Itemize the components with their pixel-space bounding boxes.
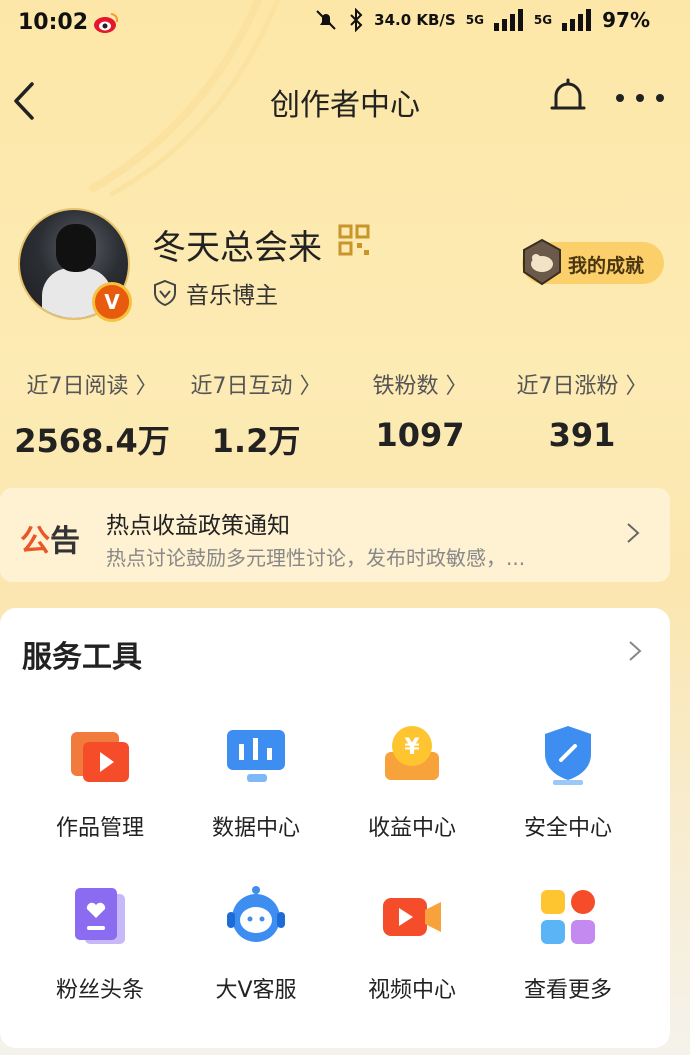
tool-label: 安全中心: [523, 816, 612, 841]
achievement-button[interactable]: 我的成就: [522, 238, 664, 286]
bell-icon[interactable]: [548, 76, 588, 120]
income-icon: ¥: [385, 726, 439, 780]
tool-customer-service[interactable]: 大V客服: [178, 884, 334, 1004]
profile-header: V 冬天总会来 音乐博主 我的成就: [18, 208, 678, 328]
stat-reads[interactable]: 近7日阅读 〉 2568.4万: [6, 368, 178, 462]
stat-interactions[interactable]: 近7日互动 〉 1.2万: [170, 368, 342, 462]
svg-text:¥: ¥: [404, 735, 420, 760]
network-speed: 34.0 KB/S: [374, 11, 456, 29]
tool-label: 数据中心: [211, 816, 300, 841]
network-type-2: 5G: [533, 13, 553, 27]
weibo-icon: [94, 13, 119, 33]
shield-check-icon: [154, 279, 176, 307]
more-icon[interactable]: [614, 88, 666, 108]
stat-new-fans[interactable]: 近7日涨粉 〉 391: [496, 368, 668, 454]
tool-label: 大V客服: [215, 978, 297, 1003]
tool-security[interactable]: 安全中心: [490, 722, 646, 842]
tool-label: 作品管理: [55, 816, 144, 841]
video-icon: [383, 898, 441, 936]
service-tools-card: 服务工具 作品管理 数据中心 ¥ 收益中心 安全中心 粉丝头条 大V客服 视频中…: [0, 608, 670, 1048]
qr-code-icon[interactable]: [338, 224, 370, 256]
customer-service-icon: [227, 886, 285, 942]
username: 冬天总会来: [152, 228, 322, 268]
top-nav: 创作者中心: [0, 62, 690, 138]
tool-label: 粉丝头条: [55, 978, 144, 1003]
stat-value: 391: [548, 416, 616, 454]
tool-more[interactable]: 查看更多: [490, 884, 646, 1004]
tool-data[interactable]: 数据中心: [178, 722, 334, 842]
chevron-right-icon: 〉: [135, 374, 158, 399]
bluetooth-icon: [350, 8, 363, 32]
announcement-title: 热点收益政策通知: [106, 513, 290, 539]
verify-label: 音乐博主: [186, 283, 278, 309]
stat-value: 1097: [375, 416, 465, 454]
service-tools-heading: 服务工具: [22, 640, 142, 675]
stat-value: 1.2万: [211, 422, 301, 460]
tool-income[interactable]: ¥ 收益中心: [334, 722, 490, 842]
stat-value: 2568.4万: [14, 422, 170, 460]
chevron-right-icon: 〉: [445, 374, 468, 399]
stat-label: 近7日阅读: [26, 374, 129, 399]
achievement-label: 我的成就: [568, 255, 645, 277]
tool-works[interactable]: 作品管理: [22, 722, 178, 842]
status-time: 10:02: [18, 10, 89, 35]
announcement-banner[interactable]: 公告 热点收益政策通知 热点讨论鼓励多元理性讨论，发布时政敏感，...: [0, 488, 670, 582]
chevron-right-icon: 〉: [299, 374, 322, 399]
works-icon: [71, 732, 129, 782]
verified-v-badge: V: [92, 282, 132, 322]
stats-row: 近7日阅读 〉 2568.4万 近7日互动 〉 1.2万 铁粉数 〉 1097 …: [0, 368, 690, 460]
mute-icon: [316, 10, 336, 30]
tool-label: 视频中心: [367, 978, 456, 1003]
more-apps-icon: [541, 890, 595, 944]
tool-video[interactable]: 视频中心: [334, 884, 490, 1004]
stat-iron-fans[interactable]: 铁粉数 〉 1097: [334, 368, 506, 454]
status-icons: 34.0 KB/S 5G 5G 97%: [314, 8, 650, 32]
stat-label: 铁粉数: [372, 374, 439, 399]
stat-label: 近7日涨粉: [516, 374, 619, 399]
announcement-tag: 公告: [20, 524, 80, 559]
tool-label: 查看更多: [523, 978, 612, 1003]
security-icon: [545, 726, 591, 785]
chevron-right-icon[interactable]: [628, 640, 642, 662]
chevron-right-icon: [627, 523, 640, 543]
verify-row: 音乐博主: [152, 276, 278, 310]
stat-label: 近7日互动: [190, 374, 293, 399]
tool-label: 收益中心: [367, 816, 456, 841]
achievement-medal-icon: [523, 238, 561, 286]
tool-fans-headline[interactable]: 粉丝头条: [22, 884, 178, 1004]
battery-percent: 97%: [602, 8, 650, 32]
network-type-1: 5G: [465, 13, 484, 27]
announcement-text: 热点讨论鼓励多元理性讨论，发布时政敏感，...: [106, 546, 526, 570]
chevron-right-icon: 〉: [625, 374, 648, 399]
signal-icon-2: [562, 9, 592, 31]
signal-icon: [493, 9, 523, 31]
data-icon: [227, 730, 285, 782]
status-bar: 10:02 34.0 KB/S 5G 5G 97%: [0, 0, 690, 50]
fans-headline-icon: [75, 888, 125, 944]
